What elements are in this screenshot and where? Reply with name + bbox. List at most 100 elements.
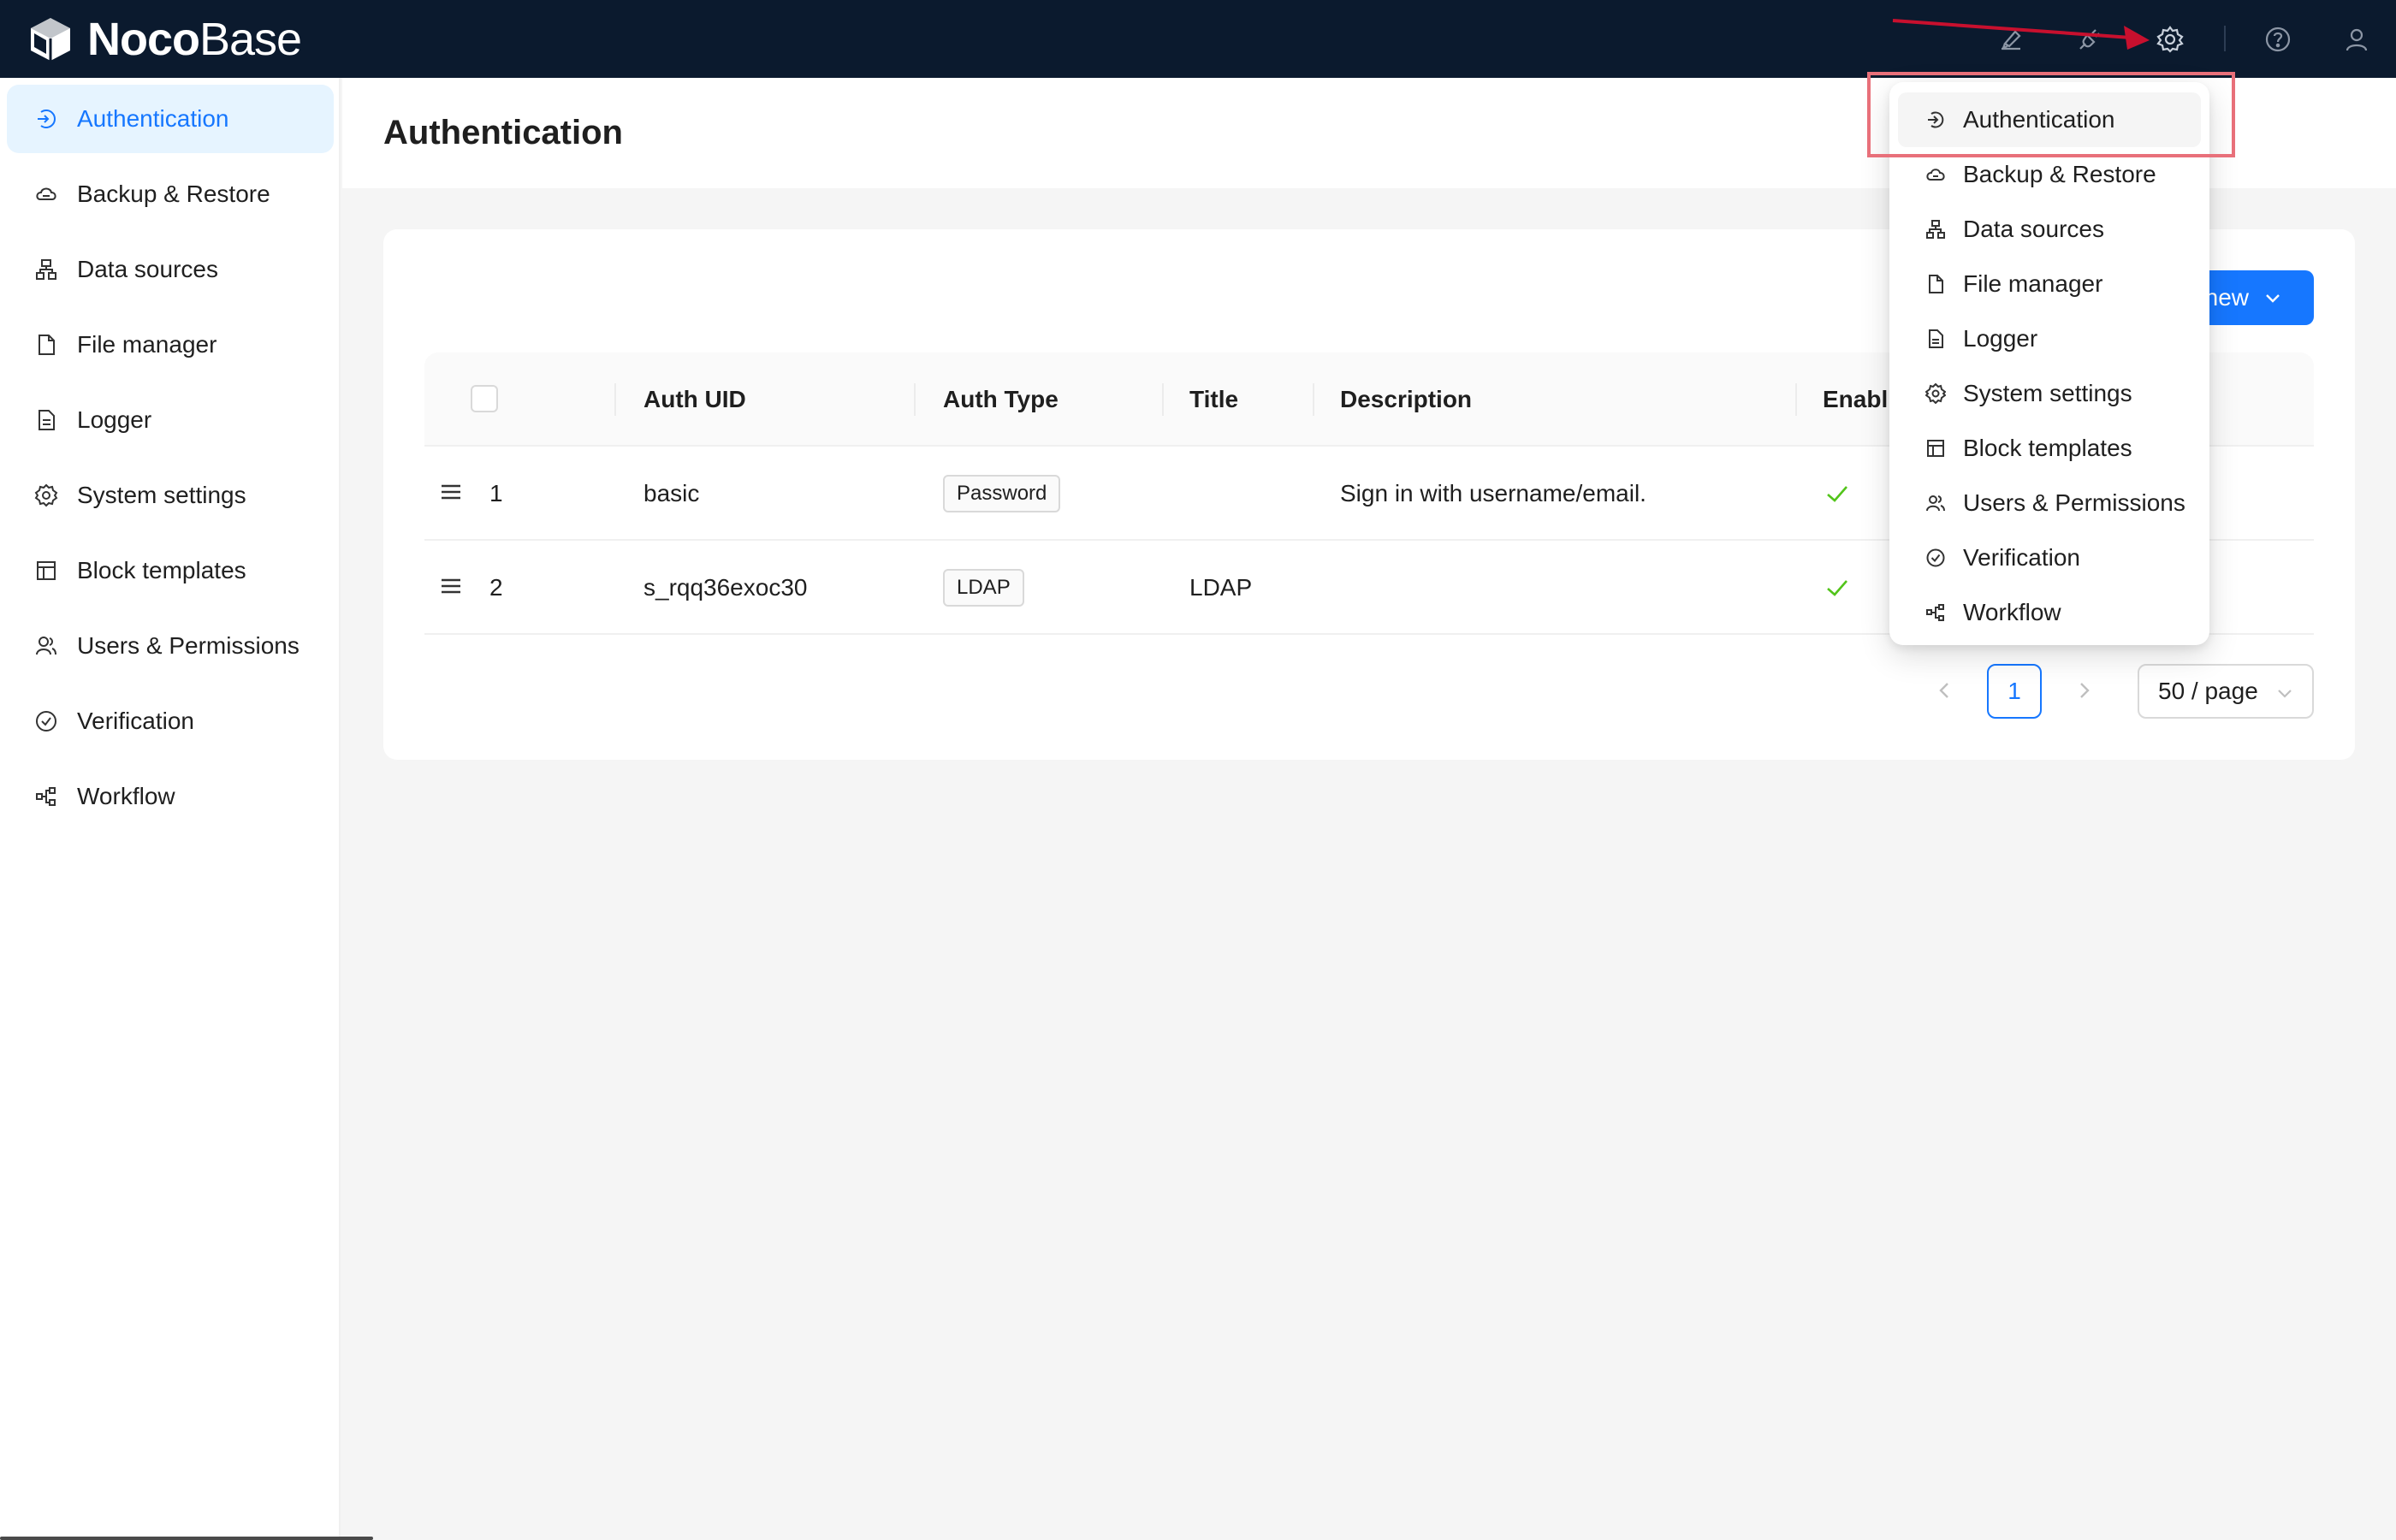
check-icon — [1827, 486, 1847, 502]
menu-item-verification[interactable]: Verification — [1898, 530, 2201, 585]
gear-icon — [33, 482, 60, 509]
sidebar-item-label: Logger — [77, 406, 152, 433]
select-all-checkbox[interactable] — [471, 385, 498, 412]
check-circle-icon — [33, 708, 60, 735]
sidebar-item-system-settings[interactable]: System settings — [7, 461, 334, 530]
users-icon — [1924, 491, 1948, 515]
menu-item-label: Block templates — [1963, 435, 2132, 461]
sidebar-item-logger[interactable]: Logger — [7, 386, 334, 454]
sidebar-item-workflow[interactable]: Workflow — [7, 762, 334, 831]
cell-auth-type: LDAP — [943, 541, 1024, 635]
menu-item-workflow[interactable]: Workflow — [1898, 585, 2201, 640]
topbar-divider — [2224, 26, 2226, 51]
file-icon — [1924, 272, 1948, 296]
drag-handle-icon[interactable] — [438, 479, 464, 505]
layout-icon — [33, 557, 60, 584]
column-separator — [1795, 383, 1797, 416]
menu-item-label: Verification — [1963, 544, 2080, 571]
column-header-title[interactable]: Title — [1189, 352, 1238, 447]
annotation-arrow-icon — [1892, 19, 2150, 50]
pagination-next-icon[interactable] — [2069, 676, 2098, 705]
sidebar-item-file-manager[interactable]: File manager — [7, 311, 334, 379]
horizontal-scrollbar[interactable] — [0, 1537, 373, 1540]
pagination-page-1[interactable]: 1 — [1987, 664, 2042, 719]
sidebar-item-verification[interactable]: Verification — [7, 687, 334, 755]
sidebar-item-authentication[interactable]: Authentication — [7, 85, 334, 153]
gear-icon — [1924, 382, 1948, 406]
cloud-backup-icon — [1924, 163, 1948, 187]
file-icon — [33, 331, 60, 358]
menu-item-label: Users & Permissions — [1963, 489, 2185, 516]
log-file-icon — [1924, 327, 1948, 351]
sidebar-item-label: Users & Permissions — [77, 632, 300, 659]
users-icon — [33, 632, 60, 660]
logo-cube-icon — [31, 18, 70, 61]
menu-item-users-permissions[interactable]: Users & Permissions — [1898, 476, 2201, 530]
menu-item-label: File manager — [1963, 270, 2103, 297]
cloud-backup-icon — [33, 181, 60, 208]
column-header-description[interactable]: Description — [1340, 352, 1472, 447]
page-size-select[interactable]: 50 / page — [2138, 664, 2314, 719]
drag-handle-icon[interactable] — [438, 573, 464, 599]
column-separator — [1313, 383, 1314, 416]
menu-item-label: System settings — [1963, 380, 2132, 406]
cell-auth-uid: basic — [643, 480, 700, 506]
menu-item-file-manager[interactable]: File manager — [1898, 257, 2201, 311]
data-sources-icon — [1924, 217, 1948, 241]
page-size-value: 50 / page — [2158, 678, 2258, 704]
settings-dropdown-menu: Authentication Backup & Restore Data sou… — [1889, 82, 2209, 645]
sidebar-item-label: File manager — [77, 331, 217, 358]
layout-icon — [1924, 436, 1948, 460]
row-index: 1 — [489, 480, 503, 506]
sidebar-item-label: Block templates — [77, 557, 246, 583]
menu-item-logger[interactable]: Logger — [1898, 311, 2201, 366]
column-header-enabled[interactable]: Enabl — [1823, 352, 1888, 447]
settings-sidebar: Authentication Backup & Restore Data sou… — [0, 78, 341, 1540]
column-separator — [914, 383, 916, 416]
sidebar-item-label: System settings — [77, 482, 246, 508]
column-header-auth-type[interactable]: Auth Type — [943, 352, 1059, 447]
cell-auth-type: Password — [943, 447, 1061, 541]
sidebar-item-label: Workflow — [77, 783, 175, 809]
cell-auth-uid: s_rqq36exoc30 — [643, 574, 808, 601]
login-icon — [33, 105, 60, 133]
menu-item-data-sources[interactable]: Data sources — [1898, 202, 2201, 257]
menu-item-label: Data sources — [1963, 216, 2104, 242]
sidebar-item-label: Verification — [77, 708, 194, 734]
sidebar-item-data-sources[interactable]: Data sources — [7, 235, 334, 304]
menu-item-label: Logger — [1963, 325, 2038, 352]
sidebar-item-label: Backup & Restore — [77, 181, 270, 207]
cell-enabled — [1823, 447, 1852, 541]
sidebar-item-label: Authentication — [77, 105, 229, 132]
workflow-icon — [33, 783, 60, 810]
row-index: 2 — [489, 574, 503, 601]
column-separator — [614, 383, 616, 416]
column-header-auth-uid[interactable]: Auth UID — [643, 352, 746, 447]
annotation-highlight-box — [1867, 72, 2235, 157]
sidebar-item-block-templates[interactable]: Block templates — [7, 536, 334, 605]
menu-item-system-settings[interactable]: System settings — [1898, 366, 2201, 421]
nocobase-logo[interactable]: NocoBase — [26, 14, 302, 65]
data-sources-icon — [33, 256, 60, 283]
chevron-down-icon — [2266, 294, 2280, 303]
add-new-button-label: new — [2204, 284, 2249, 311]
menu-item-label: Backup & Restore — [1963, 161, 2156, 187]
chevron-down-icon — [2278, 690, 2292, 698]
sidebar-item-label: Data sources — [77, 256, 218, 282]
sidebar-item-users-permissions[interactable]: Users & Permissions — [7, 612, 334, 680]
workflow-icon — [1924, 601, 1948, 625]
help-icon[interactable] — [2259, 21, 2297, 58]
page-title: Authentication — [383, 114, 623, 151]
sidebar-item-backup-restore[interactable]: Backup & Restore — [7, 160, 334, 228]
pagination-prev-icon[interactable] — [1930, 676, 1960, 705]
cell-enabled — [1823, 541, 1852, 635]
auth-type-tag: Password — [943, 475, 1061, 512]
menu-item-label: Workflow — [1963, 599, 2061, 625]
auth-type-tag: LDAP — [943, 569, 1024, 607]
check-circle-icon — [1924, 546, 1948, 570]
log-file-icon — [33, 406, 60, 434]
user-icon[interactable] — [2338, 21, 2375, 58]
cell-title: LDAP — [1189, 574, 1253, 601]
column-separator — [1162, 383, 1164, 416]
menu-item-block-templates[interactable]: Block templates — [1898, 421, 2201, 476]
